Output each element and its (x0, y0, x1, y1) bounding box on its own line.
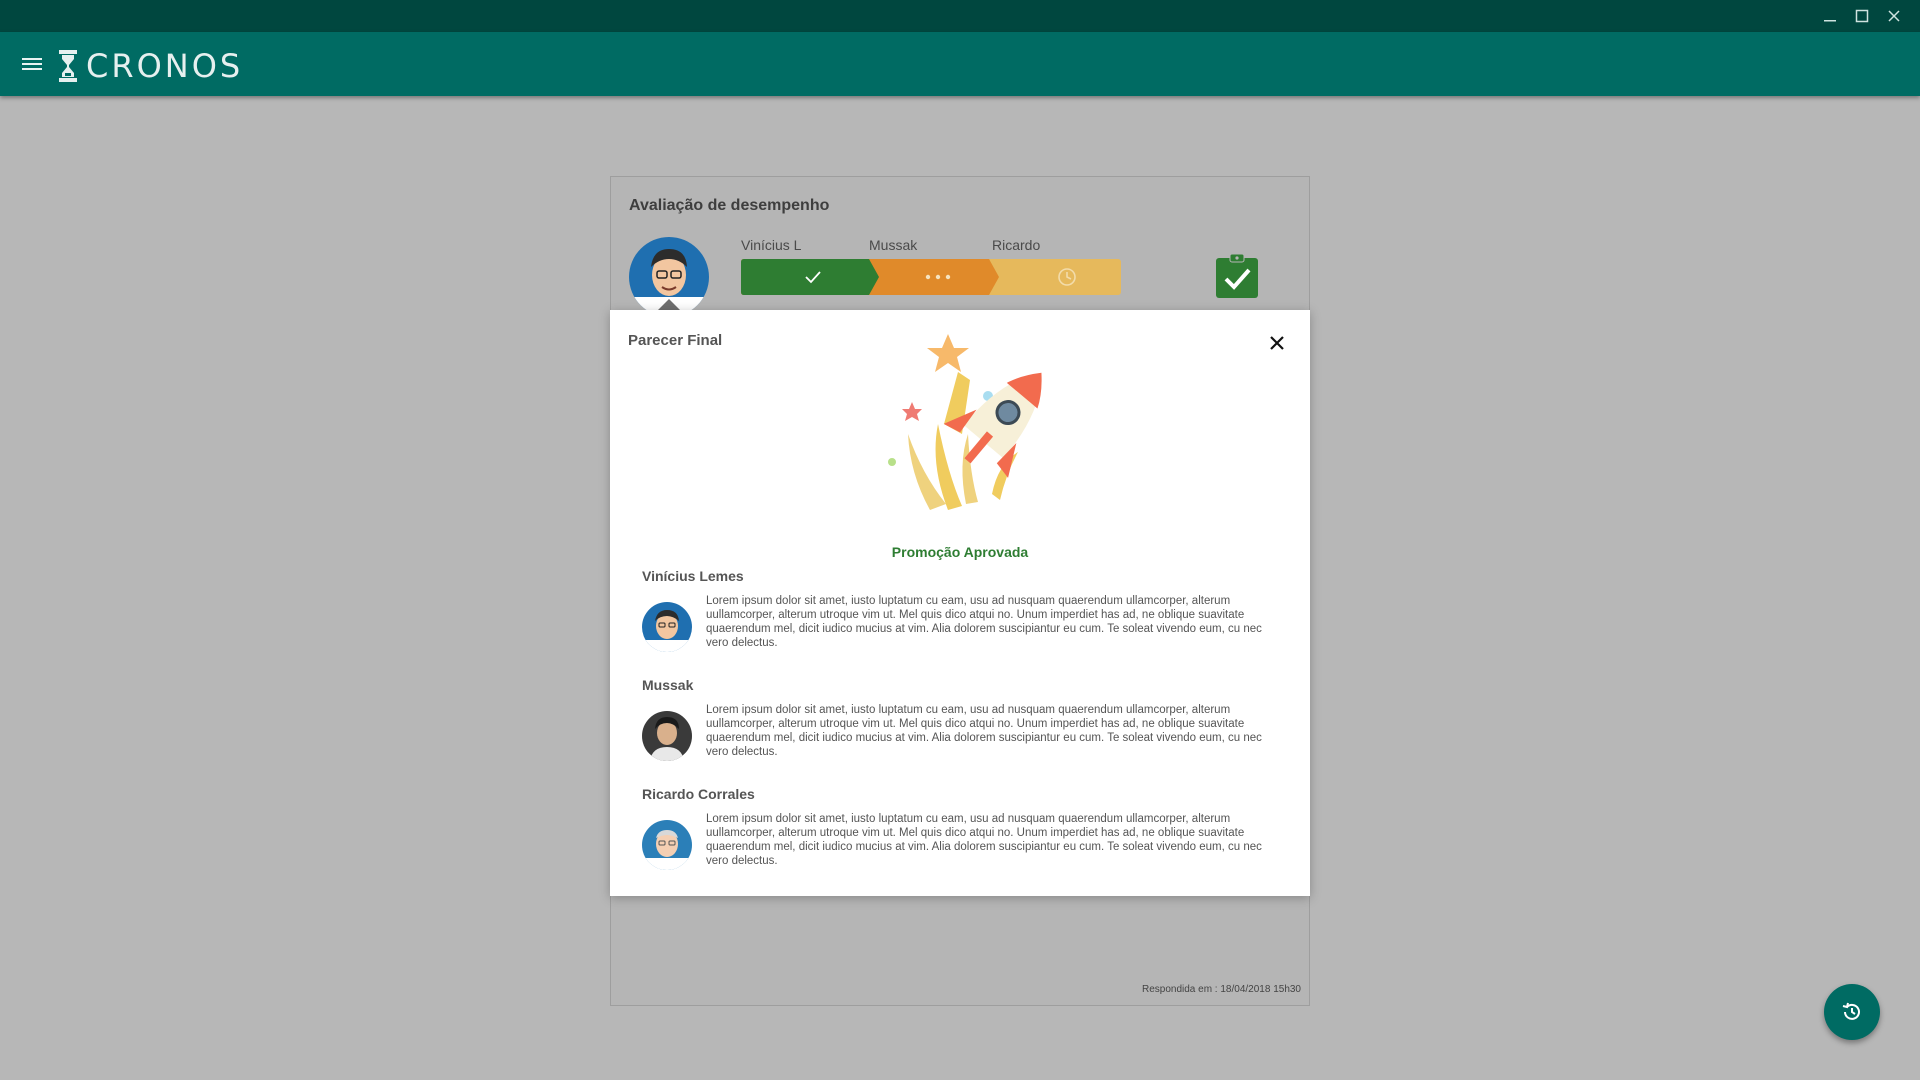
hourglass-icon (59, 50, 77, 82)
window-titlebar (0, 0, 1920, 32)
reviewer-avatar (642, 820, 692, 870)
app-name: CRONOS (86, 47, 244, 85)
more-dots-icon (925, 274, 951, 280)
close-icon[interactable] (1878, 0, 1910, 32)
reviewer-avatar (642, 711, 692, 761)
review-text: Lorem ipsum dolor sit amet, iusto luptat… (706, 595, 1262, 649)
step-name: Ricardo (992, 237, 1041, 253)
step-segment-done (741, 259, 879, 295)
reviewer-avatar (642, 602, 692, 652)
app-logo: CRONOS (58, 47, 243, 85)
review-item: Vinícius Lemes Lorem ipsum dolor sit ame… (642, 568, 1282, 652)
hamburger-icon[interactable] (22, 55, 42, 73)
reviewer-name: Vinícius Lemes (642, 568, 744, 584)
reviewer-name: Mussak (642, 677, 694, 693)
review-text: Lorem ipsum dolor sit amet, iusto luptat… (706, 813, 1262, 867)
step-name: Mussak (869, 237, 918, 253)
employee-avatar (629, 237, 709, 317)
step-name: Vinícius L (741, 237, 802, 253)
history-button[interactable] (1824, 984, 1880, 1040)
reviewer-name: Ricardo Corrales (642, 786, 755, 802)
approval-stepper (741, 259, 1121, 295)
final-opinion-modal: Parecer Final Promoção Aprovada Vinícius… (610, 310, 1310, 896)
review-item: Mussak Lorem ipsum dolor sit amet, iusto… (642, 677, 1282, 761)
modal-title: Parecer Final (628, 332, 723, 349)
approval-status: Promoção Aprovada (891, 544, 1029, 560)
close-icon[interactable] (1266, 332, 1288, 354)
review-item: Ricardo Corrales Lorem ipsum dolor sit a… (642, 786, 1282, 870)
review-text: Lorem ipsum dolor sit amet, iusto luptat… (706, 704, 1262, 758)
evaluation-title: Avaliação de desempenho (629, 197, 830, 214)
rocket-illustration (888, 334, 1042, 510)
clipboard-check-icon[interactable] (1215, 253, 1259, 299)
app-bar (0, 32, 1920, 96)
minimize-icon[interactable] (1814, 0, 1846, 32)
history-icon (1842, 1002, 1860, 1020)
answered-at: Respondida em : 18/04/2018 15h30 (1141, 984, 1301, 995)
maximize-icon[interactable] (1846, 0, 1878, 32)
